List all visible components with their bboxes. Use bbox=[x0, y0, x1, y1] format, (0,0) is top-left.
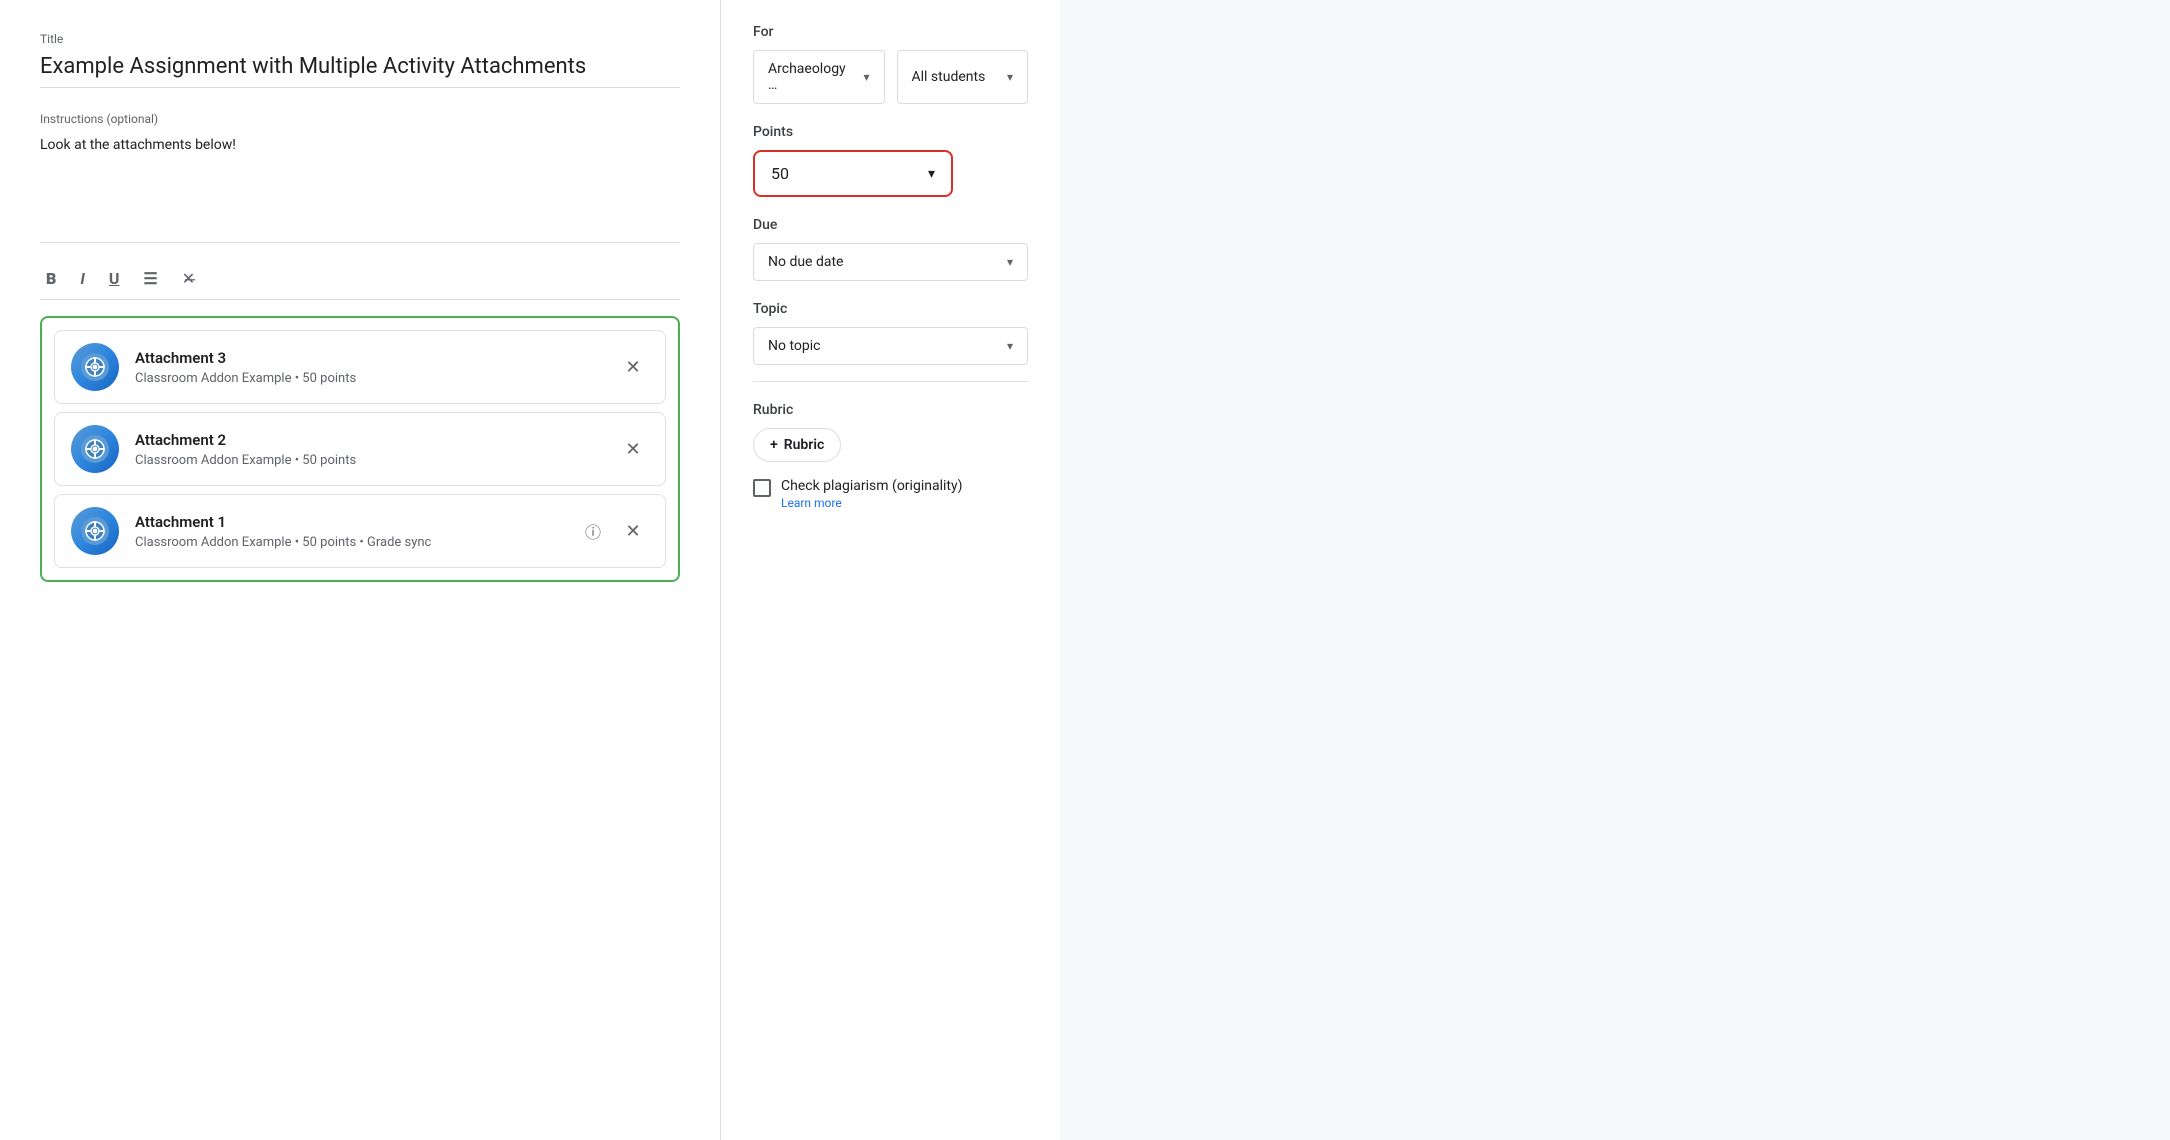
plagiarism-section: Check plagiarism (originality) Learn mor… bbox=[753, 478, 1028, 510]
italic-button[interactable]: I bbox=[74, 267, 91, 291]
points-label: Points bbox=[753, 124, 1028, 140]
addon-icon-2 bbox=[71, 425, 119, 473]
attachment-2-name: Attachment 2 bbox=[135, 431, 601, 449]
rubric-section: Rubric + Rubric bbox=[753, 402, 1028, 462]
class-select[interactable]: Archaeology … ▾ bbox=[753, 50, 885, 104]
main-panel: Title Instructions (optional) Look at th… bbox=[0, 0, 720, 1140]
for-section: For Archaeology … ▾ All students ▾ bbox=[753, 24, 1028, 104]
class-chevron-icon: ▾ bbox=[863, 70, 869, 84]
instructions-label: Instructions (optional) bbox=[40, 112, 680, 126]
add-rubric-button[interactable]: + Rubric bbox=[753, 428, 841, 462]
topic-section: Topic No topic ▾ bbox=[753, 301, 1028, 382]
topic-select[interactable]: No topic ▾ bbox=[753, 327, 1028, 365]
instructions-section: Instructions (optional) Look at the atta… bbox=[40, 112, 680, 243]
attachment-3-actions: ✕ bbox=[617, 351, 649, 383]
rubric-label: Rubric bbox=[753, 402, 1028, 418]
topic-label: Topic bbox=[753, 301, 1028, 317]
class-value: Archaeology … bbox=[768, 61, 855, 93]
attachment-3-name: Attachment 3 bbox=[135, 349, 601, 367]
title-section: Title bbox=[40, 32, 680, 88]
plagiarism-checkbox[interactable] bbox=[753, 479, 771, 497]
points-value: 50 bbox=[771, 164, 789, 183]
topic-chevron-icon: ▾ bbox=[1007, 339, 1013, 353]
table-row: Attachment 1 Classroom Addon Example • 5… bbox=[54, 494, 666, 568]
plagiarism-info: Check plagiarism (originality) Learn mor… bbox=[781, 478, 962, 510]
due-section: Due No due date ▾ bbox=[753, 217, 1028, 281]
points-chevron-icon: ▾ bbox=[928, 166, 935, 182]
clear-format-button[interactable]: ✕̶ bbox=[176, 267, 201, 291]
right-panel: For Archaeology … ▾ All students ▾ Point… bbox=[720, 0, 1060, 1140]
formatting-toolbar: B I U ☰ ✕̶ bbox=[40, 259, 680, 300]
list-button[interactable]: ☰ bbox=[137, 267, 163, 291]
learn-more-link[interactable]: Learn more bbox=[781, 496, 962, 510]
remove-attachment-2-button[interactable]: ✕ bbox=[617, 433, 649, 465]
points-section: Points 50 ▾ bbox=[753, 124, 1028, 197]
topic-value: No topic bbox=[768, 338, 820, 354]
rubric-btn-label: Rubric bbox=[784, 437, 825, 453]
instructions-input[interactable]: Look at the attachments below! bbox=[40, 130, 680, 230]
addon-icon-1 bbox=[71, 507, 119, 555]
due-value: No due date bbox=[768, 254, 843, 270]
table-row: Attachment 2 Classroom Addon Example • 5… bbox=[54, 412, 666, 486]
attachment-1-name: Attachment 1 bbox=[135, 513, 561, 531]
points-select[interactable]: 50 ▾ bbox=[753, 150, 953, 197]
plagiarism-label: Check plagiarism (originality) bbox=[781, 478, 962, 494]
plus-icon: + bbox=[770, 437, 778, 453]
attachment-3-meta: Classroom Addon Example • 50 points bbox=[135, 371, 601, 386]
attachment-1-meta: Classroom Addon Example • 50 points • Gr… bbox=[135, 535, 561, 550]
attachment-3-info: Attachment 3 Classroom Addon Example • 5… bbox=[135, 349, 601, 386]
attachment-2-actions: ✕ bbox=[617, 433, 649, 465]
attachment-2-info: Attachment 2 Classroom Addon Example • 5… bbox=[135, 431, 601, 468]
table-row: Attachment 3 Classroom Addon Example • 5… bbox=[54, 330, 666, 404]
attachment-1-actions: ⓘ ✕ bbox=[577, 515, 649, 547]
attachment-2-meta: Classroom Addon Example • 50 points bbox=[135, 453, 601, 468]
students-value: All students bbox=[912, 69, 986, 85]
for-row: Archaeology … ▾ All students ▾ bbox=[753, 50, 1028, 104]
remove-attachment-1-button[interactable]: ✕ bbox=[617, 515, 649, 547]
addon-icon-3 bbox=[71, 343, 119, 391]
due-chevron-icon: ▾ bbox=[1007, 255, 1013, 269]
attachments-container: Attachment 3 Classroom Addon Example • 5… bbox=[40, 316, 680, 582]
attachment-1-info: Attachment 1 Classroom Addon Example • 5… bbox=[135, 513, 561, 550]
for-label: For bbox=[753, 24, 1028, 40]
due-label: Due bbox=[753, 217, 1028, 233]
remove-attachment-3-button[interactable]: ✕ bbox=[617, 351, 649, 383]
students-select[interactable]: All students ▾ bbox=[897, 50, 1029, 104]
title-label: Title bbox=[40, 32, 680, 46]
bold-button[interactable]: B bbox=[40, 267, 62, 291]
underline-button[interactable]: U bbox=[103, 267, 126, 291]
info-attachment-1-button[interactable]: ⓘ bbox=[577, 515, 609, 547]
due-date-select[interactable]: No due date ▾ bbox=[753, 243, 1028, 281]
students-chevron-icon: ▾ bbox=[1007, 70, 1013, 84]
title-input[interactable] bbox=[40, 50, 680, 88]
